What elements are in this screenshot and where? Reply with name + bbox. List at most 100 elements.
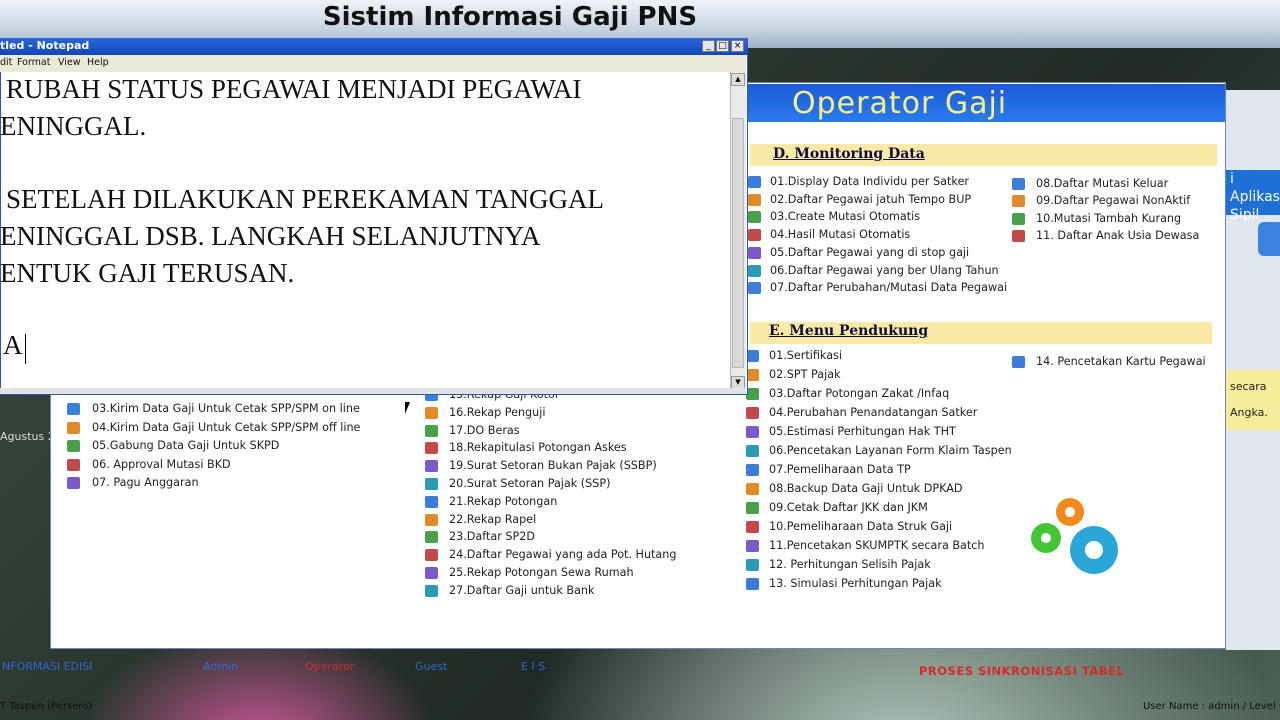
menu-item-icon (746, 426, 759, 438)
menu-item[interactable]: 12. Perhitungan Selisih Pajak (769, 558, 931, 571)
scroll-up-icon[interactable]: ▲ (731, 73, 745, 86)
menu-item[interactable]: 06.Daftar Pegawai yang ber Ulang Tahun (770, 264, 999, 277)
menu-item-icon (425, 406, 438, 419)
menu-item[interactable]: 20.Surat Setoran Pajak (SSP) (449, 477, 610, 490)
menu-item-icon (748, 211, 761, 224)
menu-item[interactable]: 03.Create Mutasi Otomatis (770, 210, 920, 223)
menu-item[interactable]: 08.Backup Data Gaji Untuk DPKAD (769, 482, 962, 495)
menu-item[interactable]: 23.Daftar SP2D (449, 530, 535, 543)
menu-help[interactable]: Help (87, 57, 109, 68)
menu-item-icon (1012, 195, 1025, 208)
menu-item[interactable]: 22.Rekap Rapel (449, 513, 536, 526)
nav-operator[interactable]: Operator (305, 660, 354, 673)
menu-item-icon (1012, 229, 1025, 242)
menu-item[interactable]: 04.Perubahan Penandatangan Satker (769, 406, 977, 419)
section-d-title: D. Monitoring Data (773, 146, 925, 162)
menu-item[interactable]: 11. Daftar Anak Usia Dewasa (1036, 229, 1199, 242)
menu-item[interactable]: 11.Pencetakan SKUMPTK secara Batch (769, 539, 985, 552)
menu-item[interactable]: 03.Daftar Potongan Zakat /Infaq (769, 387, 949, 400)
menu-item[interactable]: 24.Daftar Pegawai yang ada Pot. Hutang (449, 548, 676, 561)
menu-item[interactable]: 18.Rekapitulasi Potongan Askes (449, 441, 627, 454)
menu-item-icon (425, 442, 438, 455)
menu-item[interactable]: 01.Display Data Individu per Satker (770, 175, 969, 188)
menu-item[interactable]: 07.Pemeliharaan Data TP (769, 463, 911, 476)
menu-item-icon (425, 584, 438, 597)
menu-view[interactable]: View (58, 57, 81, 68)
menu-item[interactable]: 13. Simulasi Perhitungan Pajak (769, 577, 942, 590)
menu-format[interactable]: Format (17, 57, 50, 68)
notepad-text-area[interactable]: RUBAH STATUS PEGAWAI MENJADI PEGAWAI ENI… (0, 72, 730, 388)
menu-item[interactable]: 05.Estimasi Perhitungan Hak THT (769, 425, 956, 438)
menu-item-icon (748, 246, 761, 259)
menu-item-icon (748, 264, 761, 277)
menu-item[interactable]: 05.Daftar Pegawai yang di stop gaji (770, 246, 969, 259)
menu-item-icon (425, 531, 438, 544)
menu-item[interactable]: 02.Daftar Pegawai jatuh Tempo BUP (770, 193, 971, 206)
close-icon[interactable]: × (731, 40, 744, 52)
menu-item[interactable]: 02.SPT Pajak (769, 368, 841, 381)
menu-item[interactable]: 19.Surat Setoran Bukan Pajak (SSBP) (449, 459, 657, 472)
menu-item-icon (746, 578, 759, 590)
status-company: T Taspen (Persero) (0, 701, 93, 712)
menu-item-icon (67, 477, 80, 489)
menu-item-icon (67, 403, 80, 415)
section-e-title: E. Menu Pendukung (769, 323, 929, 339)
menu-item-icon (67, 421, 80, 434)
menu-item-icon (425, 513, 438, 526)
menu-item-icon (746, 559, 759, 571)
menu-item-icon (1012, 212, 1025, 225)
menu-item[interactable]: 06. Approval Mutasi BKD (92, 458, 231, 471)
menu-item-icon (67, 440, 80, 452)
menu-item-icon (425, 460, 438, 473)
background-window-title: i Aplikas Sipil (1226, 170, 1280, 223)
lock-icon[interactable] (1258, 222, 1280, 256)
notepad-titlebar[interactable] (0, 38, 748, 55)
menu-item[interactable]: 25.Rekap Potongan Sewa Rumah (449, 566, 634, 579)
menu-item[interactable]: 07. Pagu Anggaran (92, 476, 199, 489)
scroll-thumb[interactable] (732, 118, 744, 368)
app-title: Sistim Informasi Gaji PNS (322, 2, 698, 32)
menu-item-icon (746, 483, 759, 495)
text-line: A (3, 330, 23, 360)
menu-item[interactable]: 04.Hasil Mutasi Otomatis (770, 228, 910, 241)
menu-item-icon (67, 458, 80, 471)
menu-item[interactable]: 16.Rekap Penguji (449, 406, 545, 419)
menu-item[interactable]: 01.Sertifikasi (769, 349, 842, 362)
sync-tables-link[interactable]: PROSES SINKRONISASI TABEL (919, 664, 1124, 678)
menu-edit[interactable]: dit (0, 57, 12, 68)
menu-item[interactable]: 08.Daftar Mutasi Keluar (1036, 177, 1168, 190)
menu-item-icon (746, 407, 759, 419)
nav-eis[interactable]: E I S (521, 660, 545, 673)
menu-item[interactable]: 05.Gabung Data Gaji Untuk SKPD (92, 439, 279, 452)
menu-item[interactable]: 03.Kirim Data Gaji Untuk Cetak SPP/SPM o… (92, 402, 360, 415)
menu-item[interactable]: 21.Rekap Potongan (449, 495, 557, 508)
menu-item-icon (748, 176, 761, 188)
menu-item[interactable]: 14. Pencetakan Kartu Pegawai (1036, 355, 1206, 368)
nav-guest[interactable]: Guest (415, 660, 447, 673)
nav-informasi-edisi[interactable]: NFORMASI EDISI (2, 660, 93, 673)
menu-item[interactable]: 04.Kirim Data Gaji Untuk Cetak SPP/SPM o… (92, 421, 360, 434)
menu-item[interactable]: 06.Pencetakan Layanan Form Klaim Taspen (769, 444, 1012, 457)
menu-item[interactable]: 10.Mutasi Tambah Kurang (1036, 212, 1181, 225)
menu-item[interactable]: 17.DO Beras (449, 424, 520, 437)
notepad-title: tled - Notepad (0, 39, 90, 52)
menu-item[interactable]: 07.Daftar Perubahan/Mutasi Data Pegawai (770, 281, 1007, 294)
text-line: RUBAH STATUS PEGAWAI MENJADI PEGAWAI (6, 74, 582, 104)
status-user: User Name : admin / Level user : (1143, 701, 1280, 712)
menu-item-icon (746, 445, 759, 457)
nav-admin[interactable]: Admin (203, 660, 238, 673)
menu-item-icon (425, 478, 438, 490)
minimize-icon[interactable]: _ (702, 40, 715, 52)
menu-item-icon (425, 567, 438, 579)
maximize-icon[interactable]: □ (716, 40, 729, 52)
menu-item-icon (425, 424, 438, 437)
menu-item-icon (748, 193, 761, 206)
menu-item-icon (746, 502, 759, 514)
menu-item[interactable]: 09.Daftar Pegawai NonAktif (1036, 194, 1190, 207)
menu-item[interactable]: 10.Pemeliharaan Data Struk Gaji (769, 520, 952, 533)
menu-item[interactable]: 27.Daftar Gaji untuk Bank (449, 584, 595, 597)
menu-item[interactable]: 09.Cetak Daftar JKK dan JKM (769, 501, 928, 514)
text-line: ENINGGAL. (0, 111, 147, 141)
mouse-pointer-icon (405, 402, 415, 414)
text-line: ENTUK GAJI TERUSAN. (0, 258, 295, 288)
